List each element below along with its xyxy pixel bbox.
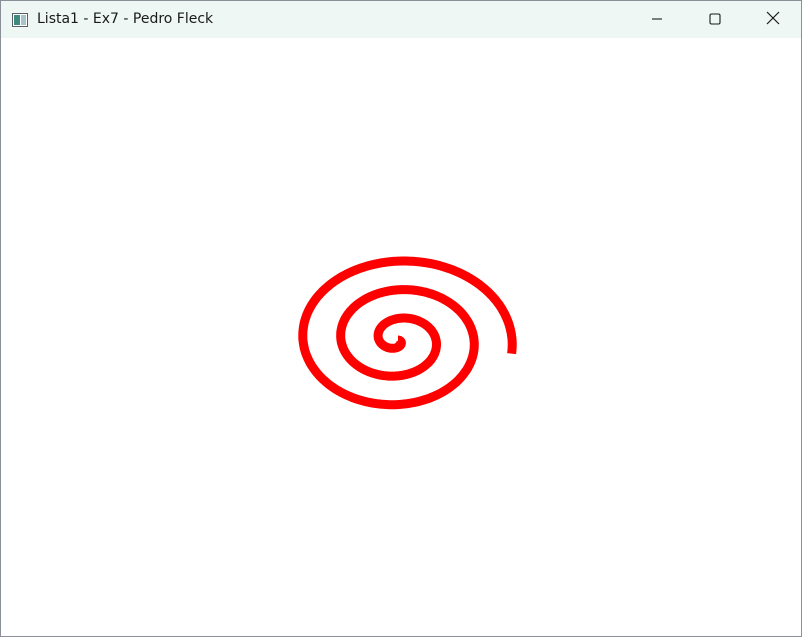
app-window-icon: [12, 12, 28, 27]
close-icon: [766, 10, 780, 29]
maximize-icon: [709, 10, 721, 29]
spiral-curve: [298, 256, 517, 410]
window-title: Lista1 - Ex7 - Pedro Fleck: [37, 11, 214, 27]
minimize-button[interactable]: [628, 1, 686, 38]
app-window: Lista1 - Ex7 - Pedro Fleck: [0, 0, 802, 637]
title-bar[interactable]: Lista1 - Ex7 - Pedro Fleck: [1, 1, 801, 38]
spiral-drawing: [298, 256, 517, 410]
minimize-icon: [651, 10, 663, 29]
close-button[interactable]: [744, 1, 801, 38]
drawing-canvas: [1, 38, 801, 636]
maximize-button[interactable]: [686, 1, 744, 38]
